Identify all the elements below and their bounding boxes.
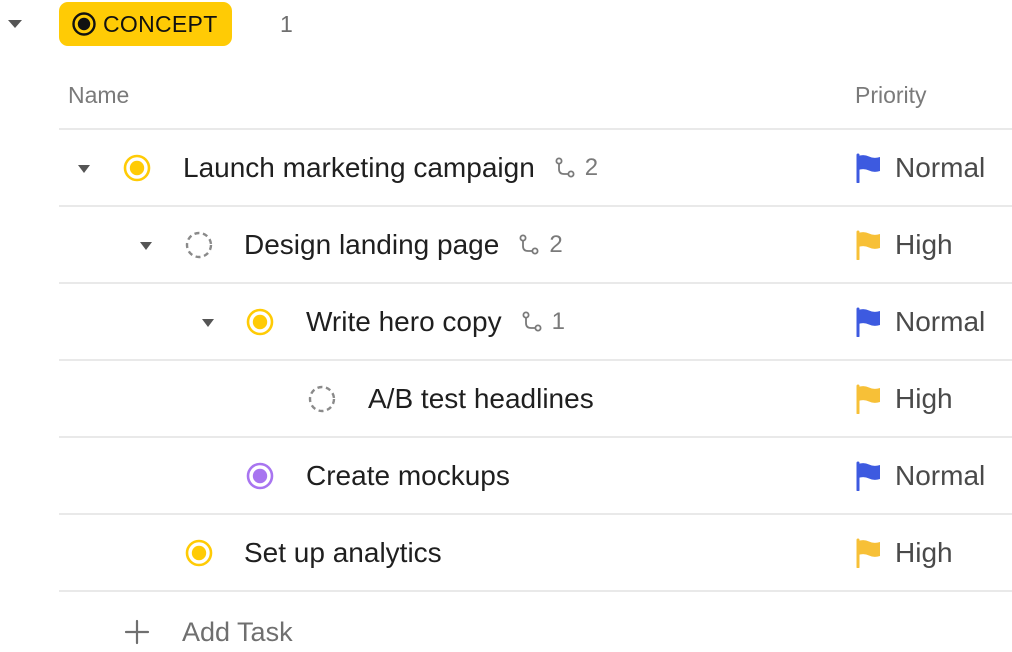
collapse-caret-icon[interactable] xyxy=(138,239,154,251)
task-name-text: A/B test headlines xyxy=(368,383,594,414)
status-todo-icon[interactable] xyxy=(185,231,213,259)
task-name-text: Write hero copy xyxy=(306,306,502,337)
task-name-text: Set up analytics xyxy=(244,537,442,568)
group-collapse-caret-icon[interactable] xyxy=(5,17,25,31)
priority-cell[interactable]: Normal xyxy=(855,460,985,492)
priority-cell[interactable]: High xyxy=(855,537,953,569)
task-row[interactable]: Create mockups Normal xyxy=(59,438,1012,515)
task-name-text: Design landing page xyxy=(244,229,500,260)
task-name[interactable]: Create mockups xyxy=(306,460,510,492)
priority-label: Normal xyxy=(895,460,986,491)
collapse-caret-icon[interactable] xyxy=(200,316,216,328)
task-name[interactable]: Launch marketing campaign 2 xyxy=(183,152,598,184)
priority-normal-flag-icon xyxy=(856,307,880,337)
task-name[interactable]: Design landing page 2 xyxy=(244,229,563,261)
subtask-branch-icon xyxy=(555,157,575,178)
status-todo-icon[interactable] xyxy=(308,385,336,413)
priority-label: High xyxy=(895,383,953,414)
task-row[interactable]: Design landing page 2 High xyxy=(59,207,1012,284)
task-row[interactable]: Launch marketing campaign 2 Normal xyxy=(59,130,1012,207)
group-header: CONCEPT 1 xyxy=(0,0,1012,48)
task-name-text: Launch marketing campaign xyxy=(183,152,535,183)
status-in-progress-icon[interactable] xyxy=(123,154,151,182)
task-name[interactable]: A/B test headlines xyxy=(368,383,594,415)
subtask-count-value: 2 xyxy=(584,154,599,181)
plus-icon xyxy=(124,619,150,645)
subtask-count-value: 2 xyxy=(549,231,563,258)
task-name[interactable]: Set up analytics xyxy=(244,537,442,569)
subtask-count[interactable]: 2 xyxy=(553,154,598,182)
subtask-count-value: 1 xyxy=(551,308,565,335)
subtask-branch-icon xyxy=(519,234,539,255)
column-headers: Name Priority xyxy=(59,60,1012,130)
priority-normal-flag-icon xyxy=(856,153,880,183)
priority-label: Normal xyxy=(895,306,986,337)
subtask-count[interactable]: 2 xyxy=(517,231,563,259)
task-name[interactable]: Write hero copy 1 xyxy=(306,306,565,338)
priority-cell[interactable]: Normal xyxy=(855,306,985,338)
priority-high-flag-icon xyxy=(856,538,880,568)
priority-high-flag-icon xyxy=(856,384,880,414)
group-task-count: 1 xyxy=(280,11,293,37)
column-header-priority[interactable]: Priority xyxy=(855,82,927,109)
add-task-label: Add Task xyxy=(182,616,293,647)
status-review-icon[interactable] xyxy=(246,462,274,490)
column-header-name[interactable]: Name xyxy=(68,82,129,109)
task-row[interactable]: Set up analytics High xyxy=(59,515,1012,592)
collapse-caret-icon[interactable] xyxy=(76,162,92,174)
task-row[interactable]: Write hero copy 1 Normal xyxy=(59,284,1012,361)
priority-normal-flag-icon xyxy=(856,461,880,491)
add-task-button[interactable]: Add Task xyxy=(124,612,293,652)
status-pill-label: CONCEPT xyxy=(103,10,218,37)
priority-label: Normal xyxy=(895,152,986,183)
task-name-text: Create mockups xyxy=(306,460,510,491)
status-pill-concept[interactable]: CONCEPT xyxy=(59,2,232,46)
status-dot-icon xyxy=(71,11,97,37)
priority-label: High xyxy=(895,229,953,260)
priority-label: High xyxy=(895,537,953,568)
priority-cell[interactable]: High xyxy=(855,229,953,261)
status-in-progress-icon[interactable] xyxy=(246,308,274,336)
subtask-branch-icon xyxy=(522,311,542,332)
priority-high-flag-icon xyxy=(856,230,880,260)
status-in-progress-icon[interactable] xyxy=(185,539,213,567)
priority-cell[interactable]: Normal xyxy=(855,152,985,184)
task-row[interactable]: A/B test headlines High xyxy=(59,361,1012,438)
subtask-count[interactable]: 1 xyxy=(520,308,565,336)
task-list: Launch marketing campaign 2 Normal Desig… xyxy=(59,130,1012,592)
priority-cell[interactable]: High xyxy=(855,383,953,415)
